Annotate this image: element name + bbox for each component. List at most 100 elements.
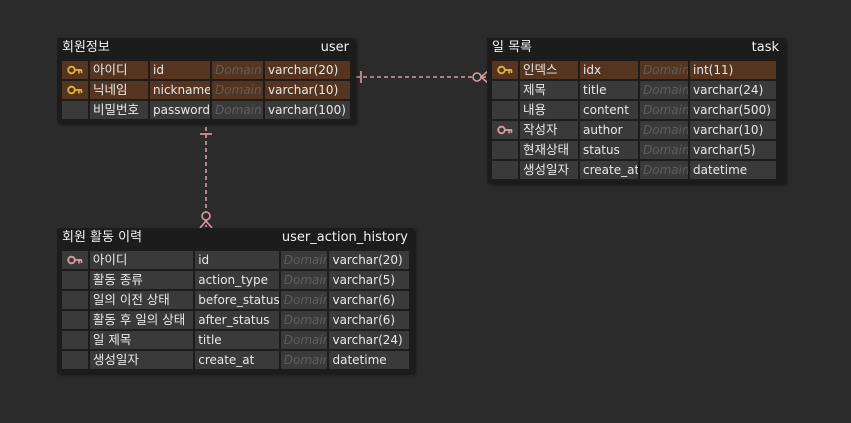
column-row[interactable]: 현재상태 status Domain varchar(5) [491,140,781,160]
key-slot [62,331,88,349]
key-slot [492,81,518,99]
key-slot [62,311,88,329]
column-row[interactable]: 인덱스 idx Domain int(11) [491,60,781,80]
relation-user-history-crowfoot-left [199,220,207,229]
key-slot [492,141,518,159]
column-row[interactable]: 생성일자 create_at Domain datetime [61,350,410,370]
column-logical-name: 아이디 [89,251,194,269]
column-physical-name: idx [580,61,638,79]
entity-physical-name: user [320,40,349,55]
column-domain: Domain [212,101,263,119]
primary-key-icon [62,81,88,99]
column-domain: Domain [212,81,263,99]
column-row[interactable]: 작성자 author Domain varchar(10) [491,120,781,140]
column-physical-name: after_status [195,311,279,329]
column-physical-name: title [195,331,279,349]
column-logical-name: 일의 이전 상태 [89,291,194,309]
column-data-type: varchar(500) [690,101,776,119]
entity-physical-name: task [751,40,779,55]
key-slot [62,101,88,119]
column-domain: Domain [280,271,328,289]
relation-user-history-zero-mark [201,211,211,221]
entity-header[interactable]: 회원정보 user [57,38,355,58]
column-data-type: varchar(20) [329,251,409,269]
column-row[interactable]: 내용 content Domain varchar(500) [491,100,781,120]
column-logical-name: 제목 [520,81,578,99]
column-data-type: datetime [690,161,776,179]
key-slot [62,351,88,369]
column-domain: Domain [280,291,328,309]
column-logical-name: 비밀번호 [90,101,148,119]
key-slot [492,101,518,119]
entity-header[interactable]: 회원 활동 이력 user_action_history [57,228,414,248]
column-row[interactable]: 제목 title Domain varchar(24) [491,80,781,100]
column-data-type: varchar(5) [690,141,776,159]
column-physical-name: create_at [195,351,279,369]
column-physical-name: before_status [195,291,279,309]
column-logical-name: 생성일자 [89,351,194,369]
column-physical-name: status [580,141,638,159]
key-slot [62,291,88,309]
column-row[interactable]: 아이디 id Domain varchar(20) [61,60,351,80]
column-domain: Domain [640,121,688,139]
column-domain: Domain [280,331,328,349]
entity-physical-name: user_action_history [281,230,408,245]
column-row[interactable]: 활동 종류 action_type Domain varchar(5) [61,270,410,290]
entity-header[interactable]: 일 목록 task [487,38,785,58]
column-domain: Domain [640,161,688,179]
column-domain: Domain [640,61,688,79]
column-logical-name: 현재상태 [520,141,578,159]
primary-key-icon [492,61,518,79]
entity-logical-name: 회원 활동 이력 [62,230,143,245]
column-row[interactable]: 비밀번호 password Domain varchar(100) [61,100,351,120]
column-logical-name: 일 제목 [89,331,194,349]
column-domain: Domain [640,101,688,119]
column-logical-name: 아이디 [90,61,148,79]
column-logical-name: 닉네임 [90,81,148,99]
column-domain: Domain [212,61,263,79]
entity-user-action-history[interactable]: 회원 활동 이력 user_action_history 아이디 id Domain… [57,228,414,373]
column-physical-name: action_type [195,271,279,289]
entity-task[interactable]: 일 목록 task 인덱스 idx Domain int(11) 제목 title Doma… [487,38,785,183]
column-row[interactable]: 일의 이전 상태 before_status Domain varchar(6) [61,290,410,310]
column-data-type: varchar(24) [329,331,409,349]
entity-logical-name: 회원정보 [62,40,110,55]
column-physical-name: nickname [150,81,210,99]
column-physical-name: id [195,251,279,269]
column-domain: Domain [280,351,328,369]
column-row[interactable]: 일 제목 title Domain varchar(24) [61,330,410,350]
primary-key-icon [62,61,88,79]
column-row[interactable]: 활동 후 일의 상태 after_status Domain varchar(6) [61,310,410,330]
column-logical-name: 활동 후 일의 상태 [89,311,194,329]
column-data-type: varchar(20) [265,61,350,79]
column-data-type: varchar(6) [329,291,409,309]
foreign-key-icon [62,251,88,269]
column-physical-name: password [150,101,210,119]
column-logical-name: 생성일자 [520,161,578,179]
relation-user-history[interactable] [199,127,213,229]
column-logical-name: 내용 [520,101,578,119]
column-data-type: int(11) [690,61,776,79]
column-data-type: varchar(6) [329,311,409,329]
column-physical-name: create_at [580,161,638,179]
column-physical-name: author [580,121,638,139]
column-domain: Domain [640,141,688,159]
column-logical-name: 활동 종류 [89,271,194,289]
column-data-type: varchar(10) [265,81,350,99]
column-physical-name: id [150,61,210,79]
column-data-type: varchar(10) [690,121,776,139]
entity-columns: 아이디 id Domain varchar(20) 닉네임 nickname Domain v… [57,58,355,123]
column-row[interactable]: 생성일자 create_at Domain datetime [491,160,781,180]
relation-user-task[interactable] [356,70,489,84]
column-domain: Domain [640,81,688,99]
entity-user[interactable]: 회원정보 user 아이디 id Domain varchar(20) 닉네임 nickn… [57,38,355,123]
key-slot [62,271,88,289]
column-row[interactable]: 닉네임 nickname Domain varchar(10) [61,80,351,100]
column-data-type: varchar(5) [329,271,409,289]
column-data-type: varchar(100) [265,101,350,119]
column-row[interactable]: 아이디 id Domain varchar(20) [61,250,410,270]
column-domain: Domain [280,311,328,329]
relation-user-task-zero-mark [472,72,482,82]
key-slot [492,161,518,179]
column-physical-name: content [580,101,638,119]
